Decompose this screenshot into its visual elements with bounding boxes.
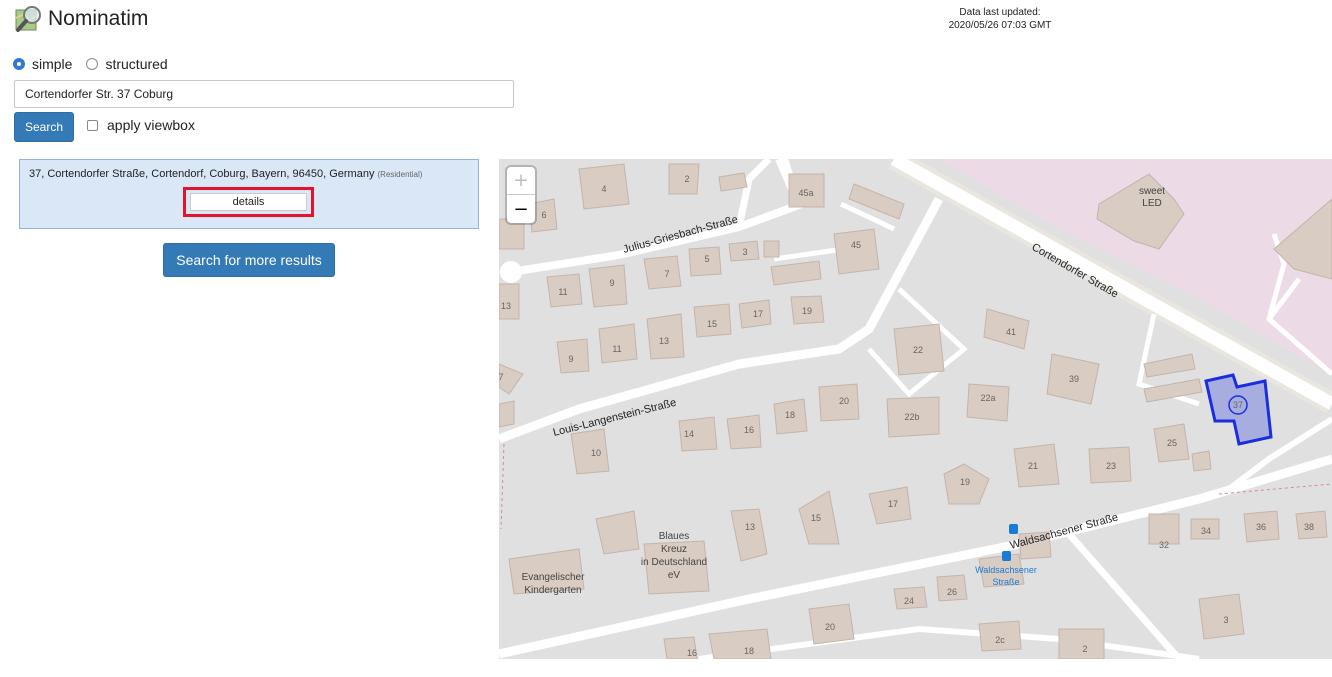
house-number: 38 — [1304, 522, 1314, 532]
details-button[interactable]: details — [190, 193, 307, 211]
house-number: 17 — [888, 499, 898, 509]
house-number: 32 — [1159, 540, 1169, 550]
house-number: 25 — [1167, 438, 1177, 448]
poi-bus-2: Straße — [992, 577, 1019, 587]
house-number: 18 — [744, 646, 754, 656]
house-number: 23 — [1106, 461, 1116, 471]
radio-structured-label[interactable]: structured — [105, 56, 167, 72]
house-number: 20 — [839, 396, 849, 406]
radio-simple[interactable] — [13, 58, 25, 70]
house-number: 22a — [980, 393, 995, 403]
search-mode-group: simple structured — [13, 56, 182, 72]
house-number: 9 — [568, 354, 573, 364]
house-number: 10 — [591, 448, 601, 458]
poi-blaues-4: eV — [668, 570, 681, 581]
house-number: 21 — [1028, 461, 1038, 471]
poi-blaues-1: Blaues — [659, 531, 690, 542]
house-number: 11 — [612, 344, 621, 354]
house-number: 14 — [684, 429, 694, 439]
house-number: 26 — [947, 587, 957, 597]
house-number: 37 — [1233, 400, 1243, 410]
viewbox-checkbox[interactable] — [87, 119, 98, 131]
house-number: 2 — [1082, 644, 1087, 654]
updated-label: Data last updated: — [959, 7, 1041, 18]
radio-structured[interactable] — [86, 58, 99, 70]
house-number: 6 — [541, 210, 546, 220]
house-number: 16 — [687, 648, 697, 658]
map[interactable]: Julius-Griesbach-Straße Cortendorfer Str… — [499, 159, 1332, 659]
house-number: 20 — [825, 622, 835, 632]
details-highlight: details — [183, 187, 314, 217]
house-number: 39 — [1069, 374, 1079, 384]
house-number: 19 — [960, 477, 970, 487]
search-input[interactable] — [14, 80, 514, 108]
house-number: 7 — [664, 269, 669, 279]
house-number: 19 — [802, 306, 812, 316]
data-last-updated: Data last updated: 2020/05/26 07:03 GMT — [938, 6, 1062, 32]
house-number: 2c — [995, 635, 1005, 645]
house-number: 15 — [707, 319, 717, 329]
app-title: Nominatim — [48, 7, 149, 30]
house-number: 41 — [1006, 327, 1016, 337]
house-number: 45a — [798, 188, 813, 198]
radio-simple-label[interactable]: simple — [32, 56, 72, 72]
magnifier-map-icon — [15, 6, 41, 32]
house-number: 13 — [745, 522, 755, 532]
zoom-control: + − — [507, 167, 535, 223]
search-button[interactable]: Search — [14, 112, 74, 142]
house-number: 4 — [601, 184, 606, 194]
zoom-in-button[interactable]: + — [507, 167, 535, 195]
poi-sweet-2: LED — [1142, 198, 1161, 209]
house-number: 3 — [742, 247, 747, 257]
poi-sweet-1: sweet — [1139, 186, 1165, 197]
house-number: 22 — [913, 345, 923, 355]
viewbox-label[interactable]: apply viewbox — [107, 117, 195, 133]
house-number: 11 — [558, 287, 567, 297]
house-number: 22b — [904, 412, 919, 422]
result-address-line: 37, Cortendorfer Straße, Cortendorf, Cob… — [29, 168, 422, 180]
house-number: 13 — [659, 336, 669, 346]
poi-blaues-3: in Deutschland — [641, 557, 707, 568]
zoom-out-button[interactable]: − — [507, 195, 535, 223]
house-number: 7 — [499, 372, 504, 382]
house-number: 16 — [744, 425, 754, 435]
poi-kiga-1: Evangelischer — [522, 572, 585, 583]
house-number: 9 — [609, 278, 614, 288]
house-number: 34 — [1201, 526, 1211, 536]
house-number: 36 — [1256, 522, 1266, 532]
house-number: 17 — [753, 309, 763, 319]
house-number: 18 — [785, 410, 795, 420]
map-canvas: Julius-Griesbach-Straße Cortendorfer Str… — [499, 159, 1332, 659]
poi-kiga-2: Kindergarten — [524, 585, 581, 596]
updated-value: 2020/05/26 07:03 GMT — [948, 20, 1052, 31]
label-waldsachsener: Waldsachsener Straße — [1009, 511, 1120, 551]
house-number: 13 — [501, 301, 511, 311]
house-number: 15 — [811, 513, 821, 523]
apply-viewbox[interactable]: apply viewbox — [87, 117, 195, 133]
house-number: 5 — [704, 254, 709, 264]
result-address: 37, Cortendorfer Straße, Cortendorf, Cob… — [29, 168, 375, 180]
more-results-button[interactable]: Search for more results — [163, 243, 335, 277]
house-number: 2 — [684, 174, 689, 184]
house-number: 24 — [904, 596, 914, 606]
result-type: (Residential) — [377, 170, 423, 179]
nominatim-logo[interactable]: Nominatim — [14, 4, 148, 34]
poi-bus-1: Waldsachsener — [975, 565, 1037, 575]
poi-blaues-2: Kreuz — [661, 544, 687, 555]
house-number: 3 — [1223, 615, 1228, 625]
result-item[interactable]: 37, Cortendorfer Straße, Cortendorf, Cob… — [19, 159, 479, 229]
house-number: 45 — [851, 240, 861, 250]
